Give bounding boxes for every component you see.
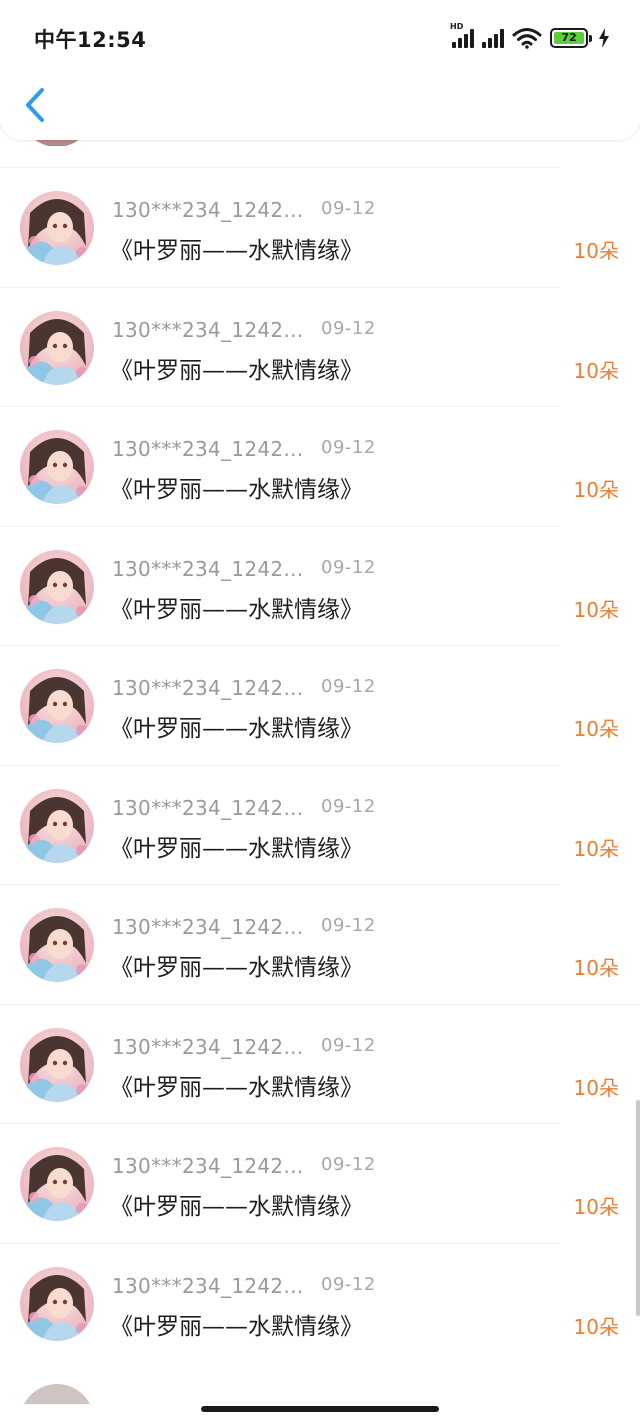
home-indicator[interactable] — [201, 1406, 439, 1412]
list-item[interactable]: 130***234_1242... 09-12 《叶罗丽——水默情缘》 10朵 — [0, 1242, 640, 1363]
user-name: 130***234_1242... — [112, 795, 304, 820]
list-item[interactable]: 130***234_1242... 09-12 《叶罗丽——水默情缘》 10朵 — [0, 1123, 640, 1243]
list-item[interactable]: 130***234_1242... 09-12 《叶罗丽——水默情缘》 10朵 — [0, 286, 640, 407]
wifi-icon — [512, 28, 542, 49]
user-name: 130***234_1242... — [112, 437, 304, 461]
date: 09-12 — [321, 317, 376, 339]
date: 09-12 — [321, 556, 376, 578]
avatar[interactable] — [20, 310, 94, 385]
list-item[interactable]: 130***234_1242... 09-12 《叶罗丽——水默情缘》 10朵 — [0, 884, 640, 1004]
divider — [0, 764, 560, 766]
status-time: 中午12:54 — [34, 28, 147, 52]
user-name: 130***234_1242... — [112, 915, 304, 939]
list-item[interactable]: 130***234_1242... 09-12 《叶罗丽——水默情缘》 10朵 — [0, 764, 640, 885]
flower-count: 10朵 — [573, 1195, 619, 1219]
divider — [0, 1242, 560, 1244]
hd-signal-icon: HD — [450, 22, 474, 48]
date: 09-12 — [321, 1034, 376, 1056]
avatar[interactable] — [20, 1027, 94, 1102]
avatar — [20, 1384, 94, 1404]
avatar[interactable] — [20, 191, 94, 265]
divider — [0, 645, 560, 646]
user-name: 130***234_1242... — [112, 676, 304, 700]
list-item[interactable]: 130***234_1242... 09-12 《叶罗丽——水默情缘》 10朵 — [0, 1003, 640, 1124]
date: 09-12 — [321, 915, 376, 936]
user-name: 130***234_1242... — [112, 556, 304, 581]
flower-count: 10朵 — [573, 597, 619, 622]
divider — [0, 1003, 640, 1005]
avatar[interactable] — [20, 1147, 94, 1221]
novel-title[interactable]: 《叶罗丽——水默情缘》 — [110, 1307, 363, 1341]
charging-icon — [599, 28, 609, 48]
scrollbar[interactable] — [636, 1100, 640, 1316]
novel-title[interactable]: 《叶罗丽——水默情缘》 — [110, 1068, 363, 1102]
novel-title[interactable]: 《叶罗丽——水默情缘》 — [110, 590, 363, 624]
user-name: 130***234_1242... — [112, 1034, 304, 1059]
divider — [0, 406, 560, 407]
signal-icon — [482, 28, 504, 48]
flower-count: 10朵 — [573, 1314, 619, 1339]
date: 09-12 — [321, 676, 376, 697]
avatar[interactable] — [20, 549, 94, 624]
date: 09-12 — [321, 198, 376, 219]
divider — [0, 286, 560, 288]
user-name: 130***234_1242... — [112, 1154, 304, 1178]
user-name: 130***234_1242... — [112, 1273, 304, 1298]
app-header: 中午12:54 HD 72 — [0, 0, 640, 140]
list-item[interactable]: 130***234_1242... 09-12 《叶罗丽——水默情缘》 10朵 — [0, 525, 640, 646]
status-icons: HD 72 — [450, 22, 610, 52]
novel-title[interactable]: 《叶罗丽——水默情缘》 — [110, 1187, 363, 1221]
avatar[interactable] — [20, 430, 94, 504]
novel-title[interactable]: 《叶罗丽——水默情缘》 — [110, 231, 363, 265]
user-name: 130***234_1242... — [112, 198, 304, 222]
avatar[interactable] — [20, 908, 94, 982]
date: 09-12 — [321, 1273, 376, 1295]
divider — [0, 884, 560, 885]
novel-title[interactable]: 《叶罗丽——水默情缘》 — [110, 948, 363, 982]
user-name: 130***234_1242... — [112, 317, 304, 342]
list-item[interactable]: 130***234_1242... 09-12 《叶罗丽——水默情缘》 10朵 — [0, 645, 640, 765]
flower-count: 10朵 — [573, 478, 619, 502]
chevron-left-icon — [26, 88, 44, 122]
back-button[interactable] — [18, 82, 58, 128]
avatar[interactable] — [20, 669, 94, 743]
flower-count: 10朵 — [573, 836, 619, 861]
partial-list-item — [20, 1384, 220, 1404]
flower-count: 10朵 — [573, 1075, 619, 1100]
screen: 中午12:54 HD 72 130***234_1242... 09-12 《叶… — [0, 0, 640, 1423]
novel-title[interactable]: 《叶罗丽——水默情缘》 — [110, 470, 363, 504]
divider — [0, 1123, 560, 1124]
novel-title[interactable]: 《叶罗丽——水默情缘》 — [110, 829, 363, 863]
divider — [0, 167, 560, 168]
flower-count: 10朵 — [573, 358, 619, 383]
date: 09-12 — [321, 437, 376, 458]
list-item[interactable]: 130***234_1242... 09-12 《叶罗丽——水默情缘》 10朵 — [0, 167, 640, 287]
flower-count: 10朵 — [573, 717, 619, 741]
divider — [0, 525, 560, 527]
flower-count: 10朵 — [573, 239, 619, 263]
avatar[interactable] — [20, 1266, 94, 1341]
list-item[interactable]: 130***234_1242... 09-12 《叶罗丽——水默情缘》 10朵 — [0, 406, 640, 526]
avatar[interactable] — [20, 788, 94, 863]
date: 09-12 — [321, 1154, 376, 1175]
flower-count: 10朵 — [573, 956, 619, 980]
novel-title[interactable]: 《叶罗丽——水默情缘》 — [110, 709, 363, 743]
date: 09-12 — [321, 795, 376, 817]
gift-record-list: 130***234_1242... 09-12 《叶罗丽——水默情缘》 10朵 … — [0, 167, 640, 1362]
battery-icon: 72 — [550, 28, 592, 48]
novel-title[interactable]: 《叶罗丽——水默情缘》 — [110, 351, 363, 385]
